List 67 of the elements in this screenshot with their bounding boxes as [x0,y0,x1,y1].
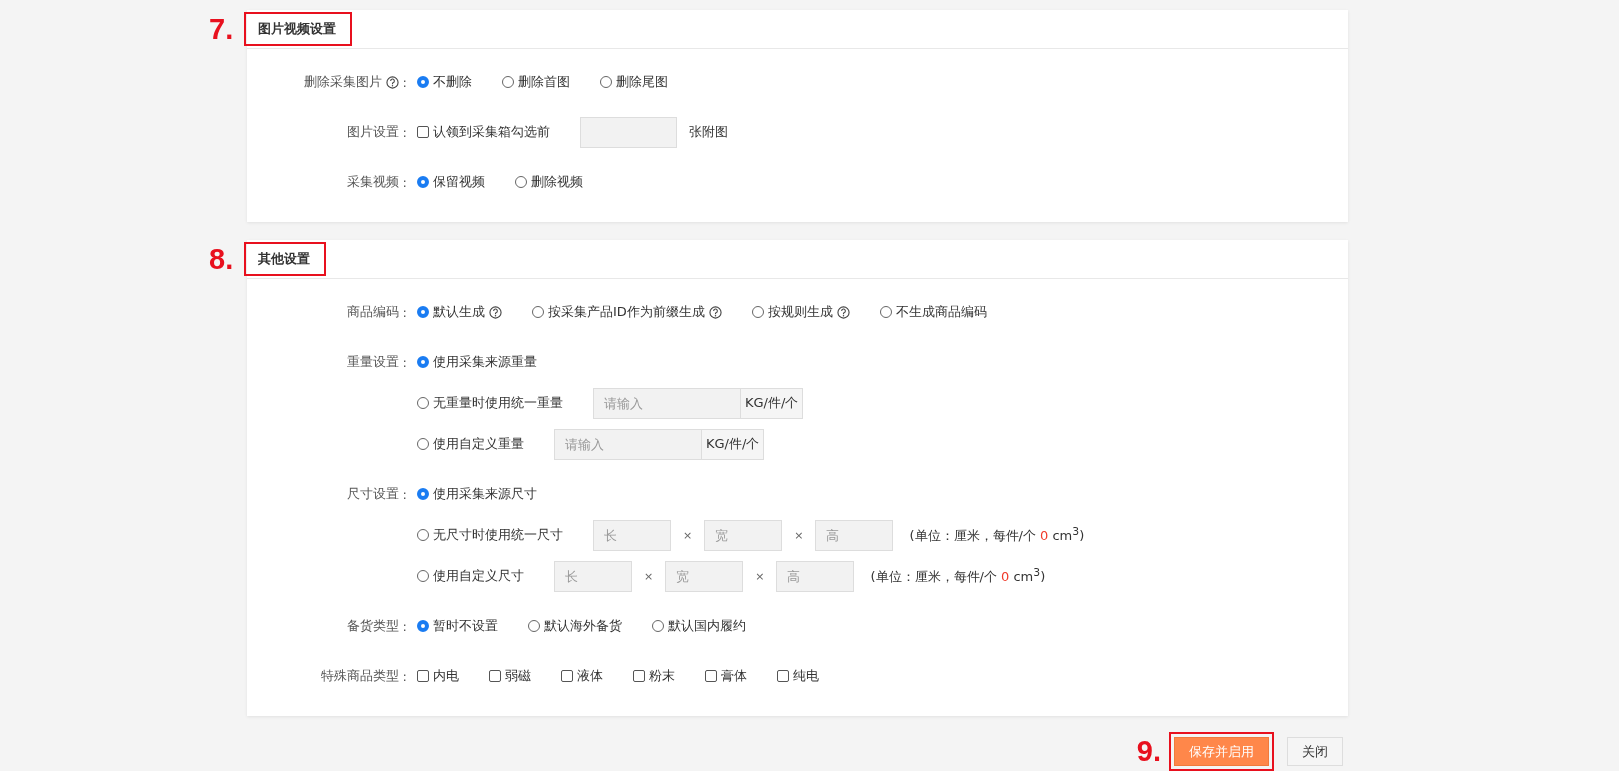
checkbox-option[interactable]: 粉末 [633,667,675,685]
radio-option[interactable]: 默认生成 [417,303,502,321]
dimension-input-field[interactable]: 长 [554,560,632,592]
radio-option[interactable]: 按采集产品ID作为前缀生成 [532,303,722,321]
radio-option[interactable]: 保留视频 [417,173,485,191]
times-sign: × [644,569,654,583]
radio-option[interactable]: 使用采集来源尺寸 [417,485,537,503]
radio-option[interactable]: 默认海外备货 [528,617,622,635]
field-label: 重量设置 [346,353,399,371]
dimension-input-field[interactable]: 宽 [704,519,783,551]
checkbox-option[interactable]: 纯电 [777,667,819,685]
colon: : [402,74,407,90]
weight-input-field[interactable]: 请输入 KG/件/个 [593,387,804,419]
field-label: 备货类型 [346,617,399,635]
help-icon[interactable] [708,305,722,319]
radio-option[interactable]: 暂时不设置 [417,617,498,635]
dimension-input-field[interactable]: 长 [593,519,671,551]
colon: : [402,304,407,320]
unit-text: 张附图 [689,123,728,141]
input-field[interactable] [580,116,677,148]
colon: : [402,618,407,634]
dimension-input-field[interactable]: 高 [815,519,894,551]
radio-option[interactable]: 不删除 [417,73,472,91]
field-label: 图片设置 [346,123,399,141]
field-label: 尺寸设置 [346,485,399,503]
unit-note: (单位：厘米，每件/个 0 cm$^{3}$) [909,524,1085,546]
colon: : [402,486,407,502]
radio-option[interactable]: 使用自定义尺寸 [417,567,524,585]
radio-option[interactable]: 使用自定义重量 [417,435,524,453]
help-icon[interactable] [836,305,850,319]
help-icon[interactable] [385,75,399,89]
checkbox-option[interactable]: 内电 [417,667,459,685]
close-button[interactable]: 关闭 [1287,737,1343,766]
radio-option[interactable]: 删除视频 [515,173,583,191]
section-title: 图片视频设置 [244,12,352,46]
field-label: 特殊商品类型 [320,667,399,685]
radio-option[interactable]: 按规则生成 [751,303,850,321]
checkbox-option[interactable]: 认领到采集箱勾选前 [417,123,550,141]
radio-option[interactable]: 删除首图 [502,73,570,91]
unit-note: (单位：厘米，每件/个 0 cm$^{3}$) [870,565,1046,587]
colon: : [402,124,407,140]
field-label: 删除采集图片 [303,73,382,91]
dimension-input-field[interactable]: 宽 [665,560,744,592]
checkbox-option[interactable]: 膏体 [705,667,747,685]
times-sign: × [794,528,804,542]
times-sign: × [683,528,693,542]
radio-option[interactable]: 无重量时使用统一重量 [417,394,563,412]
step-number: 8. [209,243,234,276]
radio-option[interactable]: 无尺寸时使用统一尺寸 [417,526,563,544]
weight-input-field[interactable]: 请输入 KG/件/个 [554,428,765,460]
help-icon[interactable] [489,305,502,319]
radio-option[interactable]: 不生成商品编码 [879,303,987,321]
checkbox-option[interactable]: 液体 [561,667,603,685]
field-label: 采集视频 [346,173,399,191]
colon: : [402,174,407,190]
checkbox-option[interactable]: 弱磁 [489,667,531,685]
radio-option[interactable]: 默认国内履约 [652,617,746,635]
radio-option[interactable]: 使用采集来源重量 [417,353,537,371]
section-title: 其他设置 [244,242,326,276]
field-label: 商品编码 [346,303,399,321]
colon: : [402,668,407,684]
step-number: 9. [1136,735,1161,768]
times-sign: × [755,569,765,583]
dimension-input-field[interactable]: 高 [776,560,855,592]
colon: : [402,354,407,370]
radio-option[interactable]: 删除尾图 [600,73,668,91]
step-number: 7. [209,13,234,46]
